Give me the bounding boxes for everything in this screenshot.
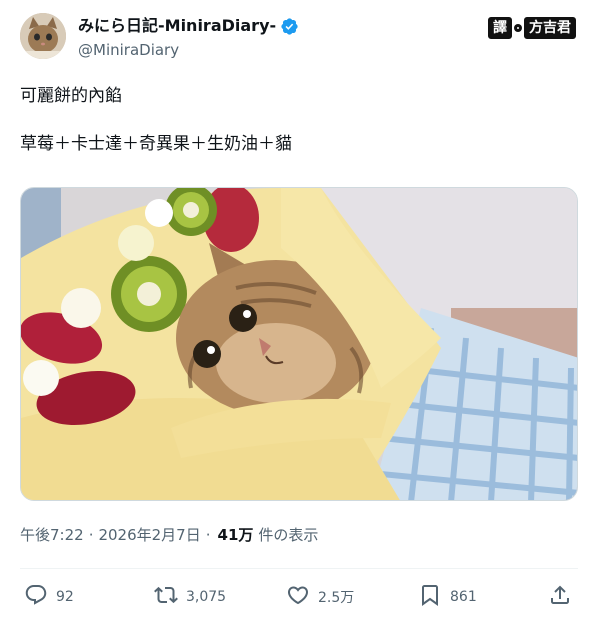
reply-button[interactable]: 92 (24, 582, 74, 612)
divider (20, 568, 578, 569)
bookmark-button[interactable]: 861 (418, 582, 477, 612)
reply-count: 92 (56, 589, 74, 605)
tweet-text: 可麗餅的內餡 草莓＋卡士達＋奇異果＋生奶油＋貓 (20, 86, 292, 154)
like-count: 2.5万 (318, 590, 355, 606)
tweet-time[interactable]: 午後7:22 (20, 524, 84, 546)
heart-icon (286, 583, 310, 611)
share-button[interactable] (548, 582, 572, 612)
view-count[interactable]: 41万 (218, 524, 254, 546)
watermark-right-text: 方吉君 (524, 17, 576, 39)
author-display-name[interactable]: みにら日記-MiniraDiary- (78, 15, 299, 37)
avatar[interactable] (20, 13, 66, 59)
bookmark-icon (418, 583, 442, 611)
watermark-dot-icon (514, 24, 522, 32)
share-icon (548, 583, 572, 611)
retweet-button[interactable]: 3,075 (154, 582, 226, 612)
tweet-metadata: 午後7:22 · 2026年2月7日 · 41万 件の表示 (20, 524, 318, 546)
retweet-count: 3,075 (186, 589, 227, 605)
view-count-label: 件の表示 (258, 526, 319, 544)
meta-separator-2: · (205, 526, 211, 544)
tweet-photo[interactable] (20, 187, 578, 501)
bookmark-count: 861 (450, 589, 477, 605)
reply-icon (24, 583, 48, 611)
like-button[interactable]: 2.5万 (286, 582, 354, 612)
meta-separator: · (88, 526, 94, 544)
watermark-left-text: 譯 (488, 17, 512, 39)
author-handle[interactable]: @MiniraDiary (78, 40, 299, 60)
tweet-date[interactable]: 2026年2月7日 (98, 524, 200, 546)
verified-badge-icon (280, 17, 299, 36)
action-bar: 92 3,075 2.5万 861 (20, 582, 578, 612)
retweet-icon (154, 583, 178, 611)
translator-watermark: 譯 方吉君 (488, 17, 576, 39)
display-name-text: みにら日記-MiniraDiary- (78, 16, 277, 35)
author-names: みにら日記-MiniraDiary- @MiniraDiary (78, 15, 299, 60)
